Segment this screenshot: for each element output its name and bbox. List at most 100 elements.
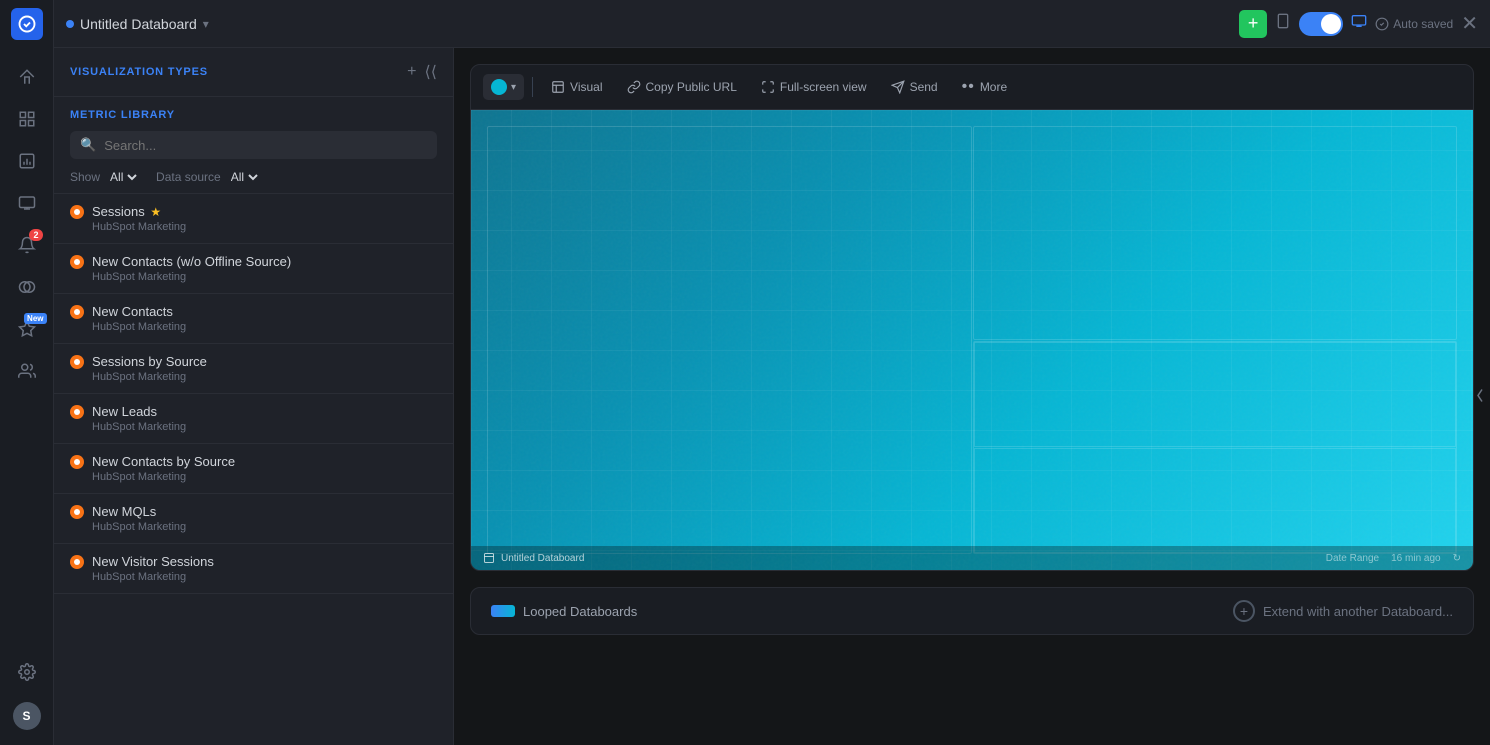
nav-home[interactable] bbox=[9, 59, 45, 95]
nav-connections[interactable] bbox=[9, 269, 45, 305]
dashboard-card: ▾ Visual Copy Public URL Full-screen vie… bbox=[470, 64, 1474, 571]
add-viz-button[interactable]: + bbox=[407, 63, 416, 81]
nav-dashboard[interactable] bbox=[9, 101, 45, 137]
copy-url-button[interactable]: Copy Public URL bbox=[617, 75, 747, 99]
filter-row: Show All Data source All bbox=[70, 169, 437, 185]
color-picker-button[interactable]: ▾ bbox=[483, 74, 524, 100]
sidebar: VISUALIZATION TYPES + ⟨⟨ METRIC LIBRARY … bbox=[54, 48, 454, 745]
page-title: Untitled Databoard bbox=[80, 16, 197, 32]
show-label: Show bbox=[70, 170, 100, 184]
metric-library-label: METRIC LIBRARY bbox=[70, 109, 437, 121]
search-input[interactable] bbox=[104, 138, 427, 153]
show-filter: Show All bbox=[70, 169, 140, 185]
fullscreen-icon bbox=[761, 80, 775, 94]
app-logo bbox=[11, 8, 43, 40]
preview-sub-cell-1 bbox=[974, 342, 1457, 447]
fullscreen-button[interactable]: Full-screen view bbox=[751, 75, 877, 99]
data-source-select[interactable]: All bbox=[227, 169, 261, 185]
top-bar-right: Auto saved ✕ bbox=[1375, 14, 1478, 34]
color-chevron-icon: ▾ bbox=[511, 82, 516, 93]
data-source-label: Data source bbox=[156, 170, 221, 184]
device-toggle[interactable] bbox=[1299, 12, 1343, 36]
preview-cell-bottom-right bbox=[973, 341, 1458, 555]
list-item[interactable]: New MQLs HubSpot Marketing bbox=[54, 494, 453, 544]
list-item[interactable]: Sessions ★ HubSpot Marketing bbox=[54, 194, 453, 244]
notification-badge: 2 bbox=[29, 229, 42, 241]
title-section: Untitled Databoard ▾ bbox=[66, 16, 1231, 32]
loop-databoards-section: Looped Databoards bbox=[491, 604, 637, 619]
collapse-sidebar-button[interactable]: ⟨⟨ bbox=[425, 62, 437, 82]
nav-team[interactable] bbox=[9, 353, 45, 389]
more-button[interactable]: •• More bbox=[952, 73, 1018, 101]
sidebar-header: VISUALIZATION TYPES + ⟨⟨ bbox=[54, 48, 453, 97]
time-ago: 16 min ago bbox=[1391, 553, 1440, 564]
add-button[interactable]: + bbox=[1239, 10, 1267, 38]
preview-cell-top-right bbox=[973, 126, 1458, 340]
viz-types-label: VISUALIZATION TYPES bbox=[70, 66, 208, 78]
user-avatar: S bbox=[13, 702, 41, 730]
visual-icon bbox=[551, 80, 565, 94]
nav-avatar[interactable]: S bbox=[9, 698, 45, 734]
copy-url-label: Copy Public URL bbox=[646, 80, 737, 94]
preview-grid bbox=[487, 126, 1457, 554]
color-swatch bbox=[491, 79, 507, 95]
sidebar-header-icons: + ⟨⟨ bbox=[407, 62, 437, 82]
dashboard-preview: Untitled Databoard Date Range 16 min ago… bbox=[471, 110, 1473, 570]
toolbar-separator bbox=[532, 77, 533, 97]
device-toggle-section bbox=[1275, 12, 1367, 36]
auto-saved-status: Auto saved bbox=[1375, 17, 1453, 31]
preview-cell-main bbox=[487, 126, 972, 554]
bottom-bar: Looped Databoards + Extend with another … bbox=[470, 587, 1474, 635]
send-button[interactable]: Send bbox=[881, 75, 948, 99]
main-area: ▾ Visual Copy Public URL Full-screen vie… bbox=[454, 48, 1490, 745]
list-item[interactable]: Sessions by Source HubSpot Marketing bbox=[54, 344, 453, 394]
dashboard-toolbar: ▾ Visual Copy Public URL Full-screen vie… bbox=[471, 65, 1473, 110]
main-container: Untitled Databoard ▾ + Auto saved ✕ bbox=[54, 0, 1490, 745]
send-label: Send bbox=[910, 80, 938, 94]
metric-section: METRIC LIBRARY 🔍 Show All Data source bbox=[54, 97, 453, 194]
date-range: Date Range bbox=[1326, 553, 1379, 564]
left-navigation: 2 New S bbox=[0, 0, 54, 745]
nav-notifications[interactable]: 2 bbox=[9, 227, 45, 263]
extend-label: Extend with another Databoard... bbox=[1263, 604, 1453, 619]
search-box: 🔍 bbox=[70, 131, 437, 159]
close-button[interactable]: ✕ bbox=[1461, 14, 1478, 34]
preview-footer-right: Date Range 16 min ago ↻ bbox=[1326, 553, 1461, 564]
preview-footer: Untitled Databoard Date Range 16 min ago… bbox=[471, 546, 1473, 570]
collapse-panel-button[interactable] bbox=[1474, 383, 1486, 410]
preview-sub-cell-2 bbox=[974, 448, 1457, 553]
send-icon bbox=[891, 80, 905, 94]
toggle-thumb bbox=[1321, 14, 1341, 34]
nav-reports[interactable] bbox=[9, 143, 45, 179]
desktop-icon[interactable] bbox=[1351, 13, 1367, 34]
extend-plus-icon: + bbox=[1233, 600, 1255, 622]
link-icon bbox=[627, 80, 641, 94]
show-select[interactable]: All bbox=[106, 169, 140, 185]
extend-databoard-section[interactable]: + Extend with another Databoard... bbox=[1233, 600, 1453, 622]
list-item[interactable]: New Contacts by Source HubSpot Marketing bbox=[54, 444, 453, 494]
fullscreen-label: Full-screen view bbox=[780, 80, 867, 94]
datasource-filter: Data source All bbox=[156, 169, 261, 185]
more-dots-icon: •• bbox=[962, 78, 975, 96]
list-item[interactable]: New Visitor Sessions HubSpot Marketing bbox=[54, 544, 453, 594]
title-chevron-icon[interactable]: ▾ bbox=[203, 17, 209, 31]
nav-new-feature[interactable]: New bbox=[9, 311, 45, 347]
list-item[interactable]: New Contacts (w/o Offline Source) HubSpo… bbox=[54, 244, 453, 294]
top-bar: Untitled Databoard ▾ + Auto saved ✕ bbox=[54, 0, 1490, 48]
board-name: Untitled Databoard bbox=[501, 553, 584, 564]
nav-settings[interactable] bbox=[9, 654, 45, 690]
list-item[interactable]: New Contacts HubSpot Marketing bbox=[54, 294, 453, 344]
search-icon: 🔍 bbox=[80, 137, 96, 153]
visual-label: Visual bbox=[570, 80, 602, 94]
mobile-icon[interactable] bbox=[1275, 13, 1291, 34]
content-row: VISUALIZATION TYPES + ⟨⟨ METRIC LIBRARY … bbox=[54, 48, 1490, 745]
preview-footer-left: Untitled Databoard bbox=[483, 552, 584, 564]
loop-icon bbox=[491, 605, 515, 617]
status-dot bbox=[66, 20, 74, 28]
nav-screen[interactable] bbox=[9, 185, 45, 221]
list-item[interactable]: New Leads HubSpot Marketing bbox=[54, 394, 453, 444]
new-badge: New bbox=[24, 313, 46, 324]
more-label: More bbox=[980, 80, 1007, 94]
refresh-icon: ↻ bbox=[1453, 553, 1461, 564]
visual-tab-button[interactable]: Visual bbox=[541, 75, 612, 99]
